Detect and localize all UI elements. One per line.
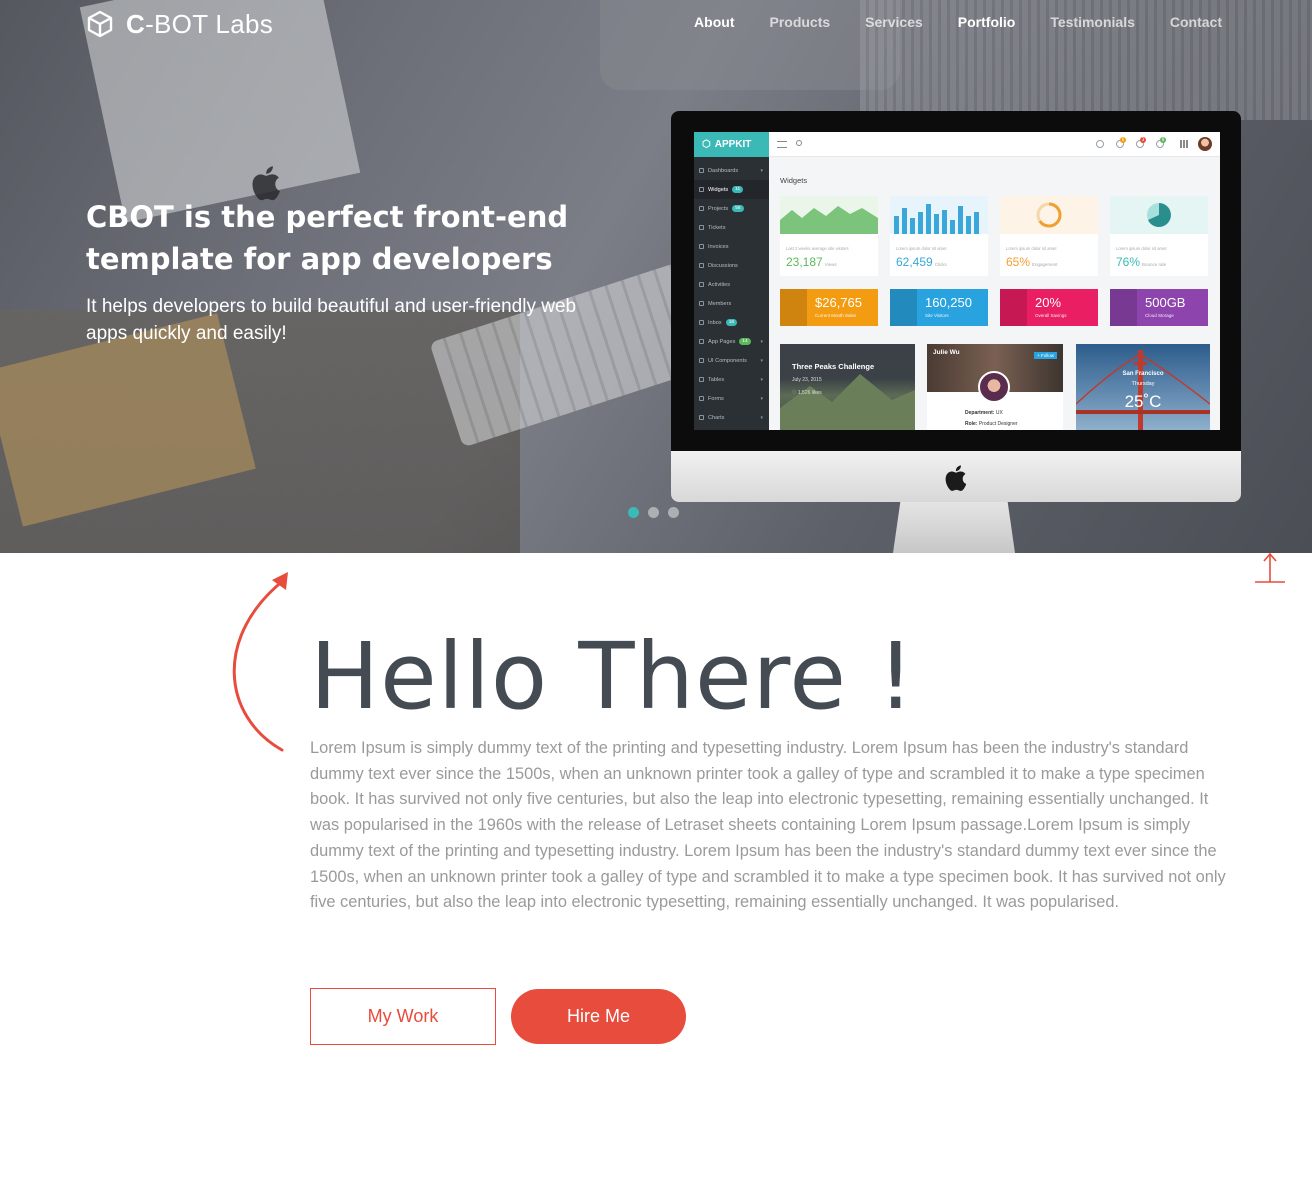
widget-card: Lorem ipsum dolor sit amet 65% Engagement xyxy=(1000,196,1098,276)
weather-card: San Francisco Thursday 25˚C xyxy=(1076,344,1210,430)
app-menu-item: Widgets 11 xyxy=(694,180,769,199)
avatar xyxy=(978,371,1010,403)
carousel-dot[interactable] xyxy=(648,507,659,518)
apple-logo-icon xyxy=(945,465,967,491)
app-sidebar: ⬡ APPKIT Dashboards ▾ Widgets 11 Projects 56… xyxy=(694,132,769,430)
intro-heading: Hello There ! xyxy=(310,623,916,730)
avatar xyxy=(1198,137,1212,151)
app-menu-item: Discussions xyxy=(694,256,769,275)
widget-card: Lorem ipsum dolor sit amet 62,459 Clicks xyxy=(890,196,988,276)
nav-services[interactable]: Services xyxy=(865,14,923,30)
app-menu-item: Activities xyxy=(694,275,769,294)
app-menu-item: Forms ▾ xyxy=(694,389,769,408)
menu-icon xyxy=(777,141,787,148)
stat-card: 20% Overall Savings xyxy=(1000,289,1098,326)
bridge-graphic xyxy=(1076,350,1210,430)
stat-card: $26,765 Current Month Sales xyxy=(780,289,878,326)
pie-chart-graphic xyxy=(1110,196,1208,234)
donut-chart-graphic xyxy=(1000,196,1098,234)
app-menu-item: Tickets xyxy=(694,218,769,237)
info-icon xyxy=(1096,140,1104,148)
app-menu-item: Tables ▾ xyxy=(694,370,769,389)
carousel-dots xyxy=(628,507,679,518)
cube-icon xyxy=(87,10,113,38)
curved-arrow-icon xyxy=(232,572,288,752)
app-heading: Widgets xyxy=(780,176,808,185)
imac-mockup: ⬡ APPKIT Dashboards ▾ Widgets 11 Projects 56… xyxy=(671,111,1241,553)
nav-portfolio[interactable]: Portfolio xyxy=(958,14,1016,30)
hero-subtitle: It helps developers to build beautiful a… xyxy=(86,296,577,344)
app-topbar: 6 3 8 xyxy=(769,132,1220,157)
scroll-top-icon[interactable] xyxy=(1254,551,1286,584)
app-menu-item: Members xyxy=(694,294,769,313)
widget-card: Last 2 weeks average site visitors 23,18… xyxy=(780,196,878,276)
hero-title: CBOT is the perfect front-end template f… xyxy=(86,200,569,276)
search-icon xyxy=(796,140,802,146)
app-menu-item: App Pages 14 ▾ xyxy=(694,332,769,351)
imac-screen: ⬡ APPKIT Dashboards ▾ Widgets 11 Projects 56… xyxy=(671,111,1241,451)
nav-contact[interactable]: Contact xyxy=(1170,14,1222,30)
app-menu-item: Invoices xyxy=(694,237,769,256)
app-menu-item: UI Components ▾ xyxy=(694,351,769,370)
cube-icon: ⬡ xyxy=(702,139,711,150)
app-menu-item: Dashboards ▾ xyxy=(694,161,769,180)
my-work-button[interactable]: My Work xyxy=(310,988,496,1045)
apps-grid-icon xyxy=(1180,140,1188,148)
imac-stand xyxy=(893,502,1015,553)
hire-me-button[interactable]: Hire Me xyxy=(511,989,686,1044)
stat-card: 160,250 Site Visitors xyxy=(890,289,988,326)
app-logo: ⬡ APPKIT xyxy=(694,132,769,157)
hero-section: C-BOT Labs About Products Services Portf… xyxy=(0,0,1312,553)
stat-card: 500GB Cloud Storage xyxy=(1110,289,1208,326)
brand-logo[interactable]: C-BOT Labs xyxy=(86,8,273,40)
carousel-dot[interactable] xyxy=(668,507,679,518)
bar-chart-graphic xyxy=(890,196,988,234)
appkit-dashboard-screenshot: ⬡ APPKIT Dashboards ▾ Widgets 11 Projects 56… xyxy=(694,132,1220,430)
mountain-graphic xyxy=(780,374,915,430)
app-menu-item: Inbox 18 xyxy=(694,313,769,332)
area-chart-graphic xyxy=(780,196,878,234)
notification-badge: 3 xyxy=(1140,137,1146,143)
nav-about[interactable]: About xyxy=(694,14,734,30)
hero-keyboard-decoration xyxy=(429,262,711,448)
widget-card: Lorem ipsum dolor sit amet 76% Bounce rat… xyxy=(1110,196,1208,276)
app-menu-item: Charts ▾ xyxy=(694,408,769,427)
notification-badge: 6 xyxy=(1120,137,1126,143)
carousel-dot[interactable] xyxy=(628,507,639,518)
brand-name: C-BOT Labs xyxy=(126,8,274,39)
profile-card: Julie Wu + Follow Department: UX Role: P… xyxy=(927,344,1063,430)
app-menu: Dashboards ▾ Widgets 11 Projects 56 Tickets… xyxy=(694,157,769,427)
nav-testimonials[interactable]: Testimonials xyxy=(1050,14,1135,30)
notification-badge: 8 xyxy=(1160,137,1166,143)
photo-card-mountains: Three Peaks Challenge July 23, 2015 ♡ 1,… xyxy=(780,344,915,430)
intro-text: Lorem Ipsum is simply dummy text of the … xyxy=(310,739,1226,912)
app-menu-item: Projects 56 xyxy=(694,199,769,218)
nav-products[interactable]: Products xyxy=(769,14,830,30)
main-nav: About Products Services Portfolio Testim… xyxy=(694,14,1222,30)
